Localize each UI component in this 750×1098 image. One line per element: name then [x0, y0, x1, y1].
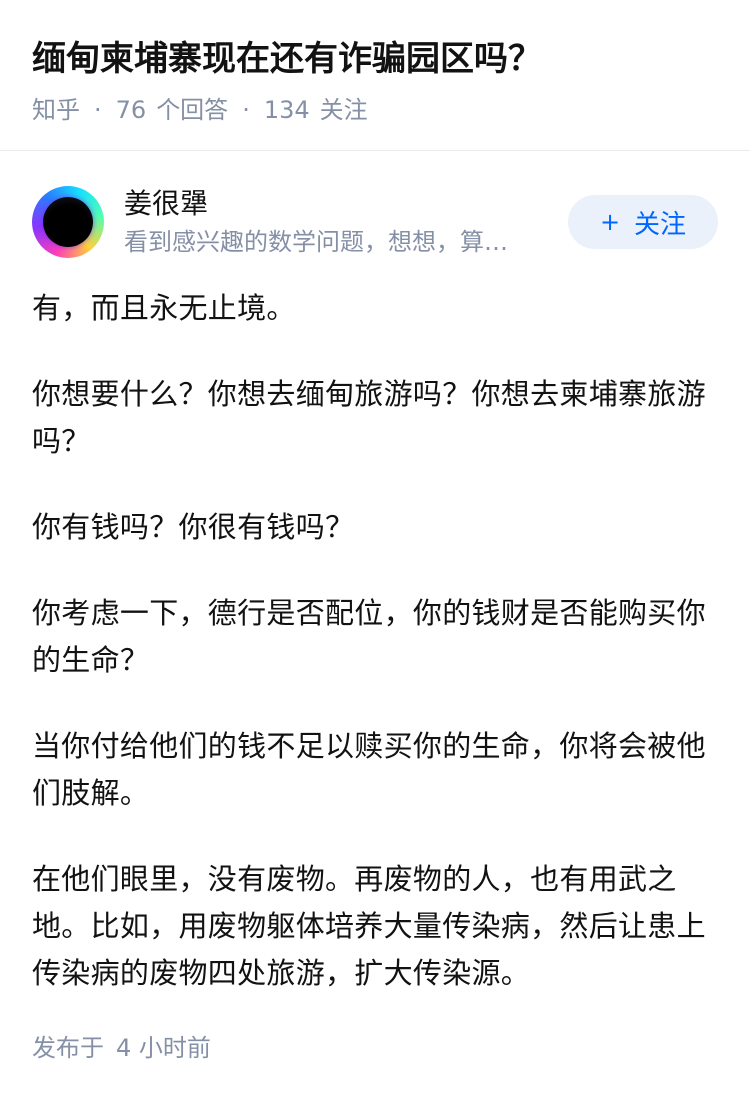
answer-paragraph: 你考虑一下，德行是否配位，你的钱财是否能购买你的生命？ — [32, 596, 706, 677]
author-name[interactable]: 姜很犟 — [124, 186, 558, 222]
answer-paragraph: 你想要什么？你想去缅甸旅游吗？你想去柬埔寨旅游吗？ — [32, 377, 706, 458]
answer-count: 76 — [115, 96, 147, 124]
follow-button[interactable]: + 关注 — [568, 195, 718, 249]
source-label[interactable]: 知乎 — [32, 94, 80, 126]
answer-paragraph: 在他们眼里，没有废物。再废物的人，也有用武之地。比如，用废物躯体培养大量传染病，… — [32, 862, 706, 990]
author-row: 姜很犟 看到感兴趣的数学问题，想想，算… + 关注 — [32, 151, 718, 291]
meta-separator: · — [242, 96, 250, 124]
follower-count-label[interactable]: 关注 — [320, 94, 368, 126]
answer-count-label[interactable]: 个回答 — [156, 94, 228, 126]
answer-paragraph: 当你付给他们的钱不足以赎买你的生命，你将会被他们肢解。 — [32, 729, 706, 810]
author-info: 姜很犟 看到感兴趣的数学问题，想想，算… — [124, 186, 558, 258]
publish-label: 发布于 — [32, 1034, 104, 1062]
answer-body: 有，而且永无止境。 你想要什么？你想去缅甸旅游吗？你想去柬埔寨旅游吗？ 你有钱吗… — [32, 285, 718, 997]
plus-icon: + — [599, 208, 621, 236]
answer-page: 缅甸柬埔寨现在还有诈骗园区吗？ 知乎 · 76 个回答 · 134 关注 姜很犟… — [0, 0, 750, 1098]
follow-button-label: 关注 — [634, 209, 687, 240]
question-title[interactable]: 缅甸柬埔寨现在还有诈骗园区吗？ — [32, 34, 718, 84]
publish-time-value: 4 小时前 — [116, 1034, 211, 1062]
question-meta: 知乎 · 76 个回答 · 134 关注 — [32, 94, 718, 126]
answer-paragraph: 有，而且永无止境。 — [32, 291, 296, 325]
question-header: 缅甸柬埔寨现在还有诈骗园区吗？ 知乎 · 76 个回答 · 134 关注 — [0, 0, 750, 151]
answer-paragraph: 你有钱吗？你很有钱吗？ — [32, 510, 355, 544]
follower-count: 134 — [263, 96, 310, 124]
avatar[interactable] — [32, 186, 104, 258]
avatar-gradient-ring-icon — [43, 197, 93, 247]
answer-card: 姜很犟 看到感兴趣的数学问题，想想，算… + 关注 有，而且永无止境。 你想要什… — [0, 151, 750, 1064]
publish-time: 发布于 4 小时前 — [32, 1032, 718, 1064]
meta-separator: · — [94, 96, 102, 124]
author-bio: 看到感兴趣的数学问题，想想，算… — [124, 228, 508, 256]
